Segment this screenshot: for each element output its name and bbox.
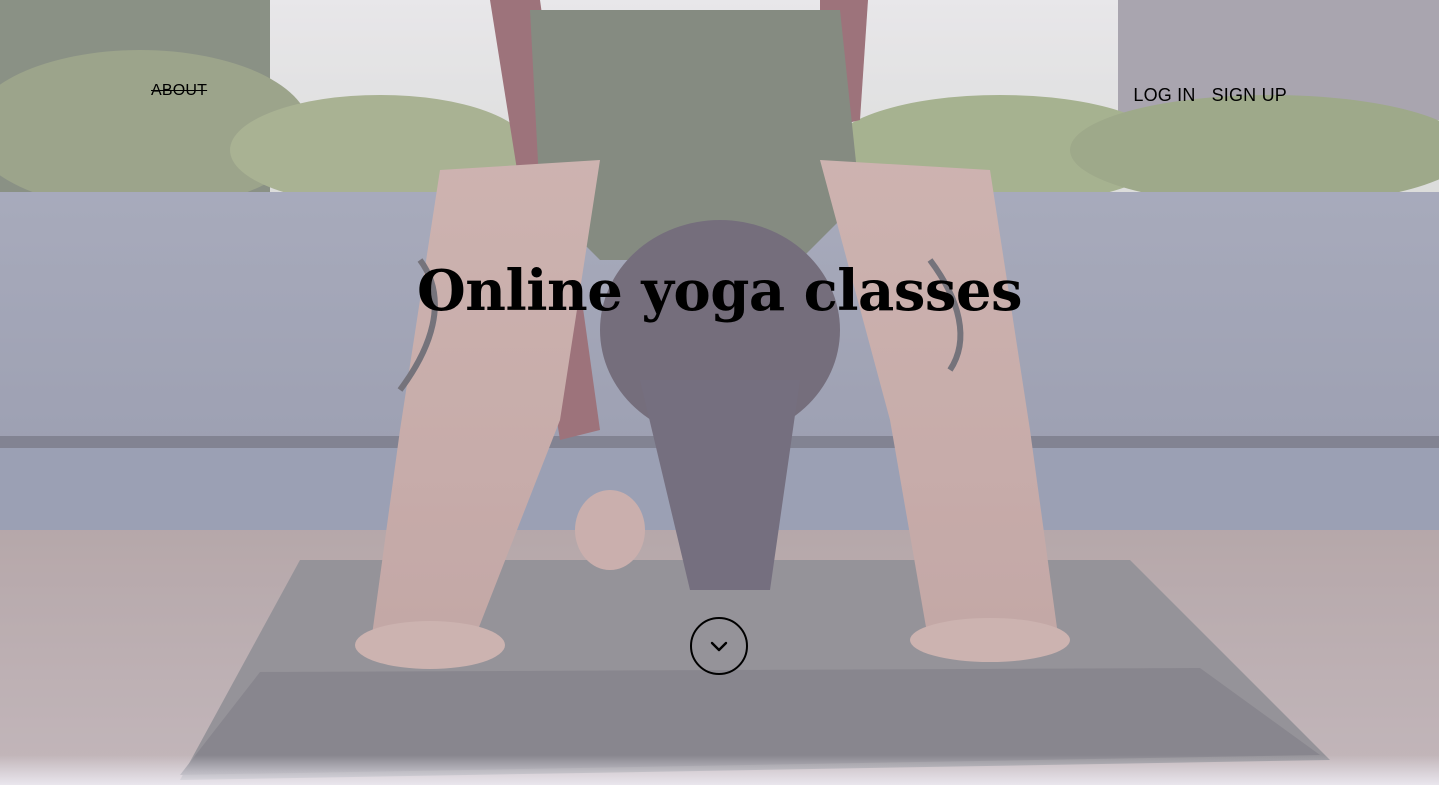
nav-signup-link[interactable]: SIGN UP bbox=[1212, 85, 1287, 106]
nav-about-link[interactable]: ABOUT bbox=[151, 82, 207, 99]
scroll-down-button[interactable] bbox=[690, 617, 748, 675]
hero-section: ABOUT LOG IN SIGN UP Online yoga classes bbox=[0, 0, 1439, 785]
nav-login-link[interactable]: LOG IN bbox=[1133, 85, 1195, 106]
hero-title: Online yoga classes bbox=[416, 258, 1023, 324]
nav-right: LOG IN SIGN UP bbox=[1133, 85, 1287, 106]
chevron-down-icon bbox=[710, 641, 728, 652]
nav-left: ABOUT bbox=[151, 82, 207, 100]
bottom-fade bbox=[0, 755, 1439, 785]
